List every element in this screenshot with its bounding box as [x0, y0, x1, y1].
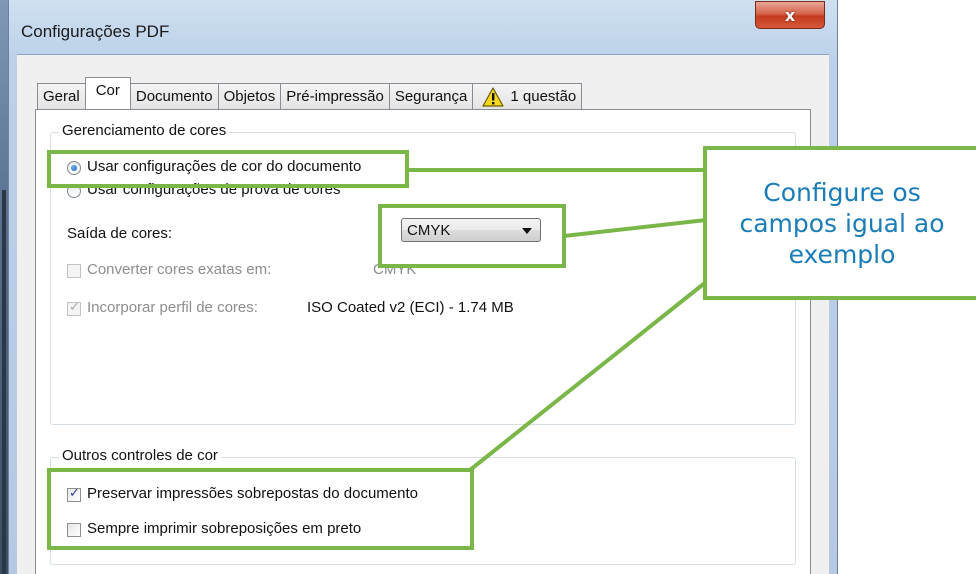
connector-checkbox-line [468, 280, 708, 472]
highlight-document-colors [47, 150, 409, 188]
instruction-callout: Configure os campos igual ao exemplo [703, 146, 976, 300]
screenshot-stage: Configurações PDF x Geral Cor Documento … [0, 0, 976, 574]
instruction-text: Configure os campos igual ao exemplo [739, 177, 945, 269]
highlight-output-select [378, 204, 566, 268]
highlight-other-controls [47, 468, 474, 550]
connector-select-line [563, 218, 707, 238]
